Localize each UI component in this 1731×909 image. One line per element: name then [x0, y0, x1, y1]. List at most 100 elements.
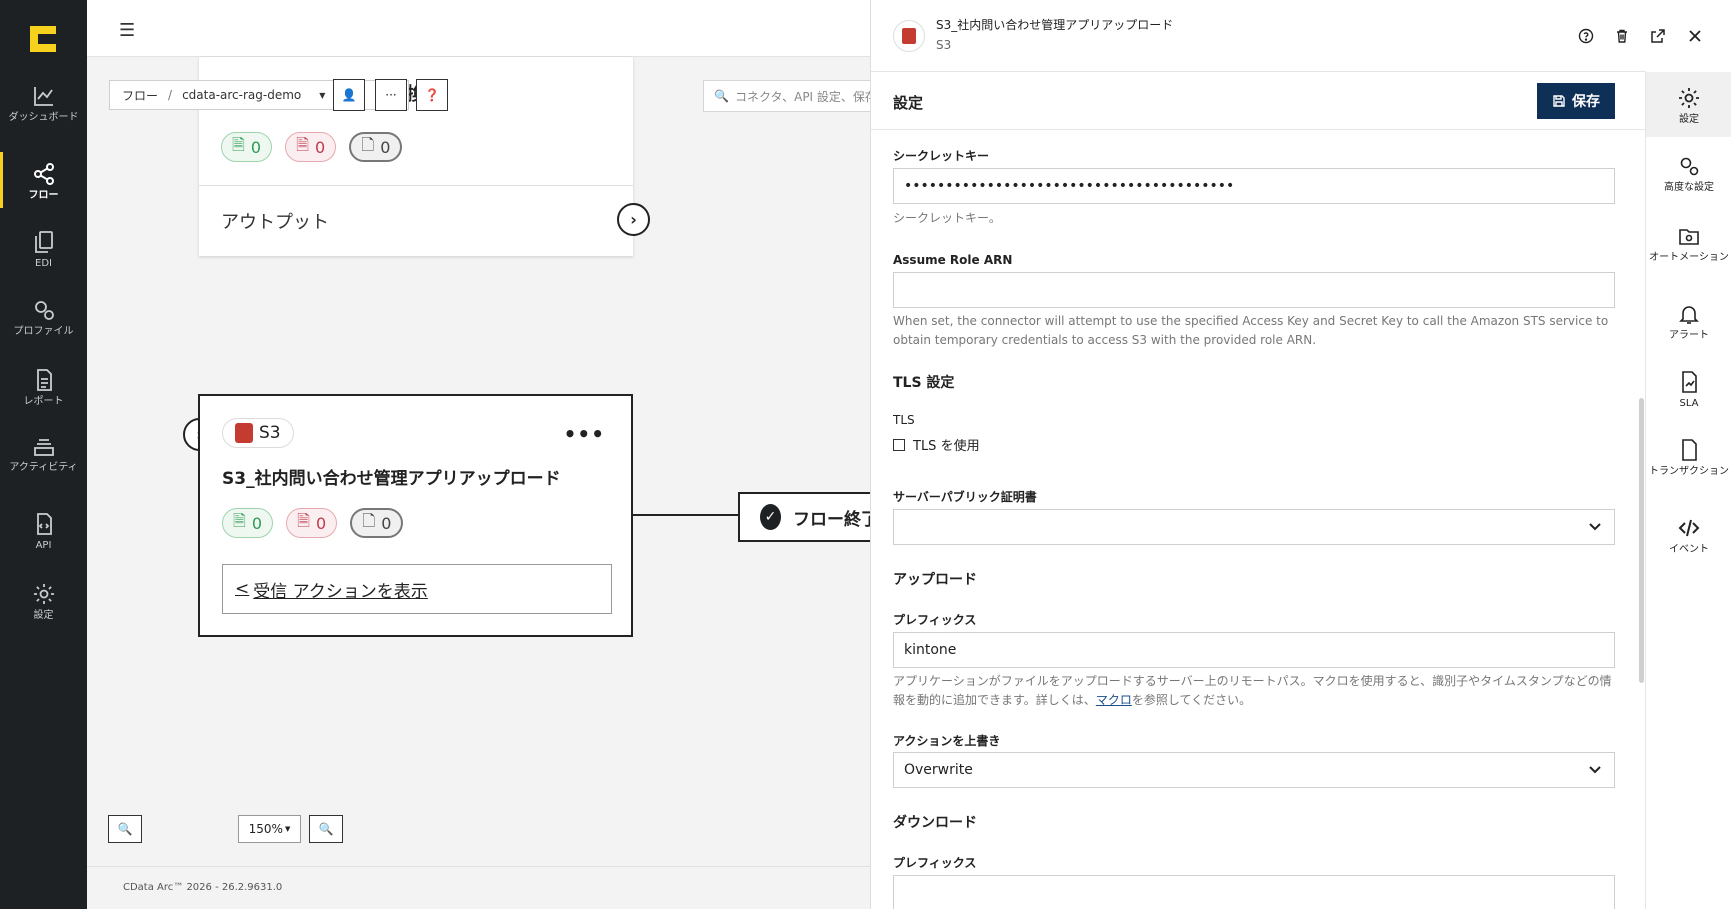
dashboard-icon [33, 87, 53, 106]
nav-item-dashboard[interactable]: ダッシュボード [0, 84, 87, 123]
nav-item-profile[interactable]: プロファイル [0, 298, 87, 337]
top-bar: ☰ [87, 0, 870, 57]
report-icon [36, 369, 52, 391]
nav-item-report[interactable]: レポート [0, 368, 87, 407]
flow-end-node[interactable]: ✓ フロー終了 [738, 492, 878, 542]
file-icon: 🗋 [362, 510, 376, 530]
settings-form: シークレットキー •••••••••••••••••••••••••••••••… [893, 130, 1615, 909]
flow-icon [33, 163, 54, 185]
secret-key-field[interactable]: •••••••••••••••••••••••••••••••••••••••• [893, 168, 1615, 204]
tls-section-heading: TLS 設定 [893, 375, 955, 391]
hamburger-menu-icon[interactable]: ☰ [119, 20, 135, 41]
tab-settings[interactable]: 設定 [1646, 72, 1731, 137]
macro-link[interactable]: マクロ [1096, 693, 1132, 707]
success-count-badge[interactable]: 🗎 0 [222, 508, 274, 538]
user-button[interactable]: 👤 [333, 79, 365, 111]
file-error-icon: 🗎 [296, 134, 310, 154]
breadcrumb-root[interactable]: フロー [122, 87, 158, 104]
trash-icon[interactable] [1611, 25, 1633, 47]
chevron-down-icon [1589, 766, 1601, 774]
checkbox-icon[interactable] [893, 438, 905, 451]
prefix-field[interactable]: kintone [893, 632, 1615, 668]
status-counts: 🗎 0 🗎 0 🗋 0 [221, 132, 410, 162]
question-icon: ❓ [424, 88, 440, 102]
profile-icon [34, 301, 54, 320]
file-check-icon: 🗎 [233, 510, 246, 530]
file-check-icon: 🗎 [232, 134, 245, 154]
assume-role-label: Assume Role ARN [893, 253, 1013, 267]
caret-down-icon[interactable]: ▼ [319, 91, 325, 100]
search-input[interactable]: 🔍 コネクタ、API 設定、保存 [703, 80, 873, 112]
check-circle-icon: ✓ [760, 504, 781, 530]
tab-sla[interactable]: SLA [1646, 370, 1731, 409]
nav-label: アクティビティ [9, 462, 78, 473]
caret-down-icon: ▼ [284, 825, 291, 833]
s3-icon [235, 423, 253, 443]
zoom-in-button[interactable]: 🔍 [309, 815, 343, 843]
nav-label: ダッシュボード [8, 112, 79, 123]
nav-item-settings[interactable]: 設定 [0, 582, 87, 621]
panel-scrollbar[interactable] [1639, 398, 1644, 683]
nav-item-flow[interactable]: フロー [0, 152, 87, 208]
zoom-out-icon: 🔍 [117, 822, 133, 836]
close-icon[interactable] [1684, 25, 1706, 47]
flow-canvas[interactable]: ☰ 🗎0 🗎0 🗋0 アウトプット › アプリ変換 フロー / cdata-ar… [87, 0, 878, 909]
open-external-icon[interactable] [1647, 25, 1669, 47]
tab-automation[interactable]: オートメーション [1646, 224, 1731, 263]
secret-key-help: シークレットキー。 [893, 211, 1001, 225]
share-icon: < [235, 579, 250, 599]
zoom-select[interactable]: 150% ▼ [238, 815, 301, 843]
breadcrumb-current[interactable]: cdata-arc-rag-demo [182, 88, 301, 102]
output-arrow-icon[interactable]: › [617, 203, 650, 236]
nav-item-activity[interactable]: アクティビティ [0, 434, 87, 473]
more-button[interactable]: ··· [375, 79, 407, 111]
overwrite-label: アクションを上書き [893, 734, 1001, 748]
left-nav: ダッシュボード フロー EDI プロファイル レポート アクティビティ API … [0, 0, 87, 909]
s3-icon [902, 28, 916, 44]
help-button[interactable]: ❓ [416, 79, 448, 111]
user-icon: 👤 [341, 88, 357, 102]
assume-role-field[interactable] [893, 272, 1615, 308]
zoom-out-button[interactable]: 🔍 [108, 815, 142, 843]
tab-transactions[interactable]: トランザクション [1646, 438, 1731, 477]
activity-icon [33, 439, 54, 456]
overwrite-select[interactable]: Overwrite [893, 752, 1615, 788]
tab-alerts[interactable]: アラート [1646, 302, 1731, 341]
status-counts: 🗎 0 🗎 0 🗋 0 [222, 508, 411, 538]
node-title: S3_社内問い合わせ管理アプリアップロード [222, 469, 561, 489]
flow-connector-line [633, 514, 739, 516]
settings-icon [33, 584, 54, 604]
receive-action-link[interactable]: < 受信 アクションを表示 [222, 564, 612, 614]
nav-label: EDI [35, 258, 52, 269]
nav-item-edi[interactable]: EDI [0, 230, 87, 269]
s3-node-card[interactable]: S3 ••• S3_社内問い合わせ管理アプリアップロード 🗎 0 🗎 0 🗋 0 < … [198, 394, 633, 637]
connector-settings-panel: S3_社内問い合わせ管理アプリアップロード S3 設定 保存 シークレットキー … [870, 0, 1646, 909]
tls-checkbox[interactable]: TLS を使用 [893, 435, 980, 454]
edi-icon [34, 231, 53, 253]
output-label: アウトプット [221, 212, 329, 233]
gears-icon [1680, 157, 1699, 176]
tab-advanced-settings[interactable]: 高度な設定 [1646, 154, 1731, 193]
settings-tab-strip: 設定 高度な設定 オートメーション アラート SLA トランザクション イベント [1645, 72, 1731, 909]
prefix-help: アプリケーションがファイルをアップロードするサーバー上のリモートパス。マクロを使… [893, 674, 1612, 707]
upload-section-heading: アップロード [893, 572, 977, 588]
save-button[interactable]: 保存 [1537, 83, 1615, 119]
bell-icon [1679, 306, 1699, 324]
tls-label: TLS [893, 413, 915, 427]
success-count-badge: 🗎 0 [221, 132, 273, 162]
sla-icon [1682, 371, 1697, 393]
server-cert-select[interactable] [893, 509, 1615, 545]
tab-events[interactable]: イベント [1646, 516, 1731, 555]
secret-key-label: シークレットキー [893, 149, 990, 163]
node-menu-icon[interactable]: ••• [564, 422, 605, 446]
panel-header: S3_社内問い合わせ管理アプリアップロード S3 [871, 0, 1646, 72]
error-count-badge[interactable]: 🗎 0 [286, 508, 338, 538]
pending-count-badge[interactable]: 🗋 0 [350, 508, 404, 538]
cdata-logo-icon[interactable] [28, 24, 58, 54]
download-prefix-field[interactable] [893, 875, 1615, 909]
nav-item-api[interactable]: API [0, 512, 87, 551]
help-icon[interactable] [1575, 25, 1597, 47]
section-bar: 設定 保存 [871, 72, 1646, 130]
output-section[interactable]: アウトプット [199, 185, 633, 256]
download-section-heading: ダウンロード [893, 815, 977, 831]
